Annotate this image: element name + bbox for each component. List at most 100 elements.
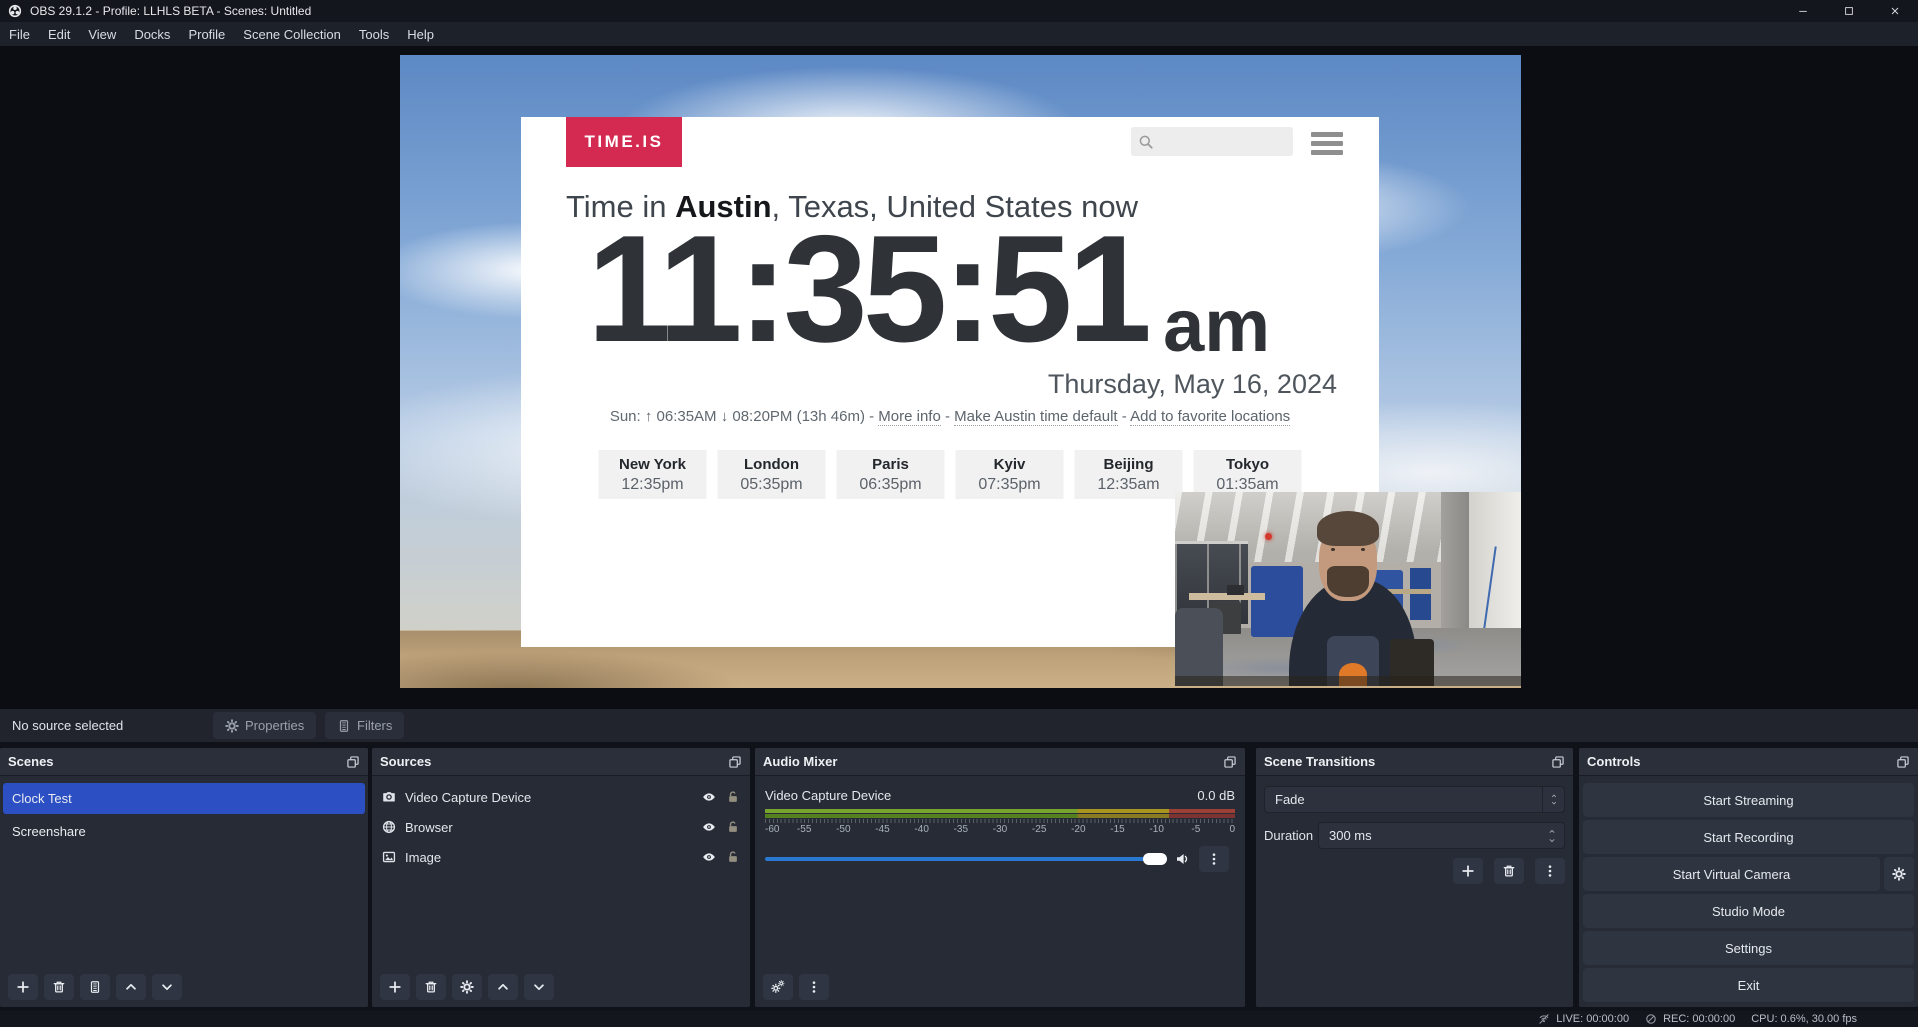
controls-panel: Controls Start Streaming Start Recording… [1579, 748, 1918, 1007]
popout-icon[interactable] [346, 755, 360, 769]
visibility-eye-icon[interactable] [702, 820, 716, 834]
menu-view[interactable]: View [79, 22, 125, 46]
current-date: Thursday, May 16, 2024 [1048, 369, 1337, 400]
advanced-audio-button[interactable] [763, 974, 793, 1000]
window-title: OBS 29.1.2 - Profile: LLHLS BETA - Scene… [30, 4, 311, 18]
source-item-image[interactable]: Image [372, 842, 750, 872]
record-inactive-icon [1645, 1013, 1657, 1025]
mixer-channel-menu-button[interactable] [1199, 846, 1229, 872]
remove-transition-button[interactable] [1494, 858, 1524, 884]
scenes-panel-title: Scenes [8, 754, 54, 769]
close-button[interactable] [1872, 0, 1918, 22]
spinbox-arrows-icon[interactable] [1547, 823, 1557, 848]
preview-canvas[interactable]: TIME.IS Time in Austin, Texas, United St… [400, 55, 1521, 688]
remove-source-button[interactable] [416, 974, 446, 1000]
source-toolbar: No source selected Properties Filters [0, 709, 1918, 742]
filters-button[interactable]: Filters [325, 712, 404, 739]
cpu-fps-status: CPU: 0.6%, 30.00 fps [1751, 1013, 1857, 1025]
unlock-icon[interactable] [726, 820, 740, 834]
source-move-up-button[interactable] [488, 974, 518, 1000]
start-recording-button[interactable]: Start Recording [1583, 820, 1914, 854]
menu-help[interactable]: Help [398, 22, 443, 46]
scene-filters-button[interactable] [80, 974, 110, 1000]
add-scene-button[interactable] [8, 974, 38, 1000]
menu-scene-collection[interactable]: Scene Collection [234, 22, 350, 46]
scene-item-clock-test[interactable]: Clock Test [3, 783, 365, 814]
hamburger-menu-icon [1311, 132, 1343, 155]
transition-select[interactable]: Fade [1264, 786, 1565, 813]
clock-time: 11:35:51 [587, 213, 1147, 365]
menu-edit[interactable]: Edit [39, 22, 79, 46]
sun-info-line: Sun: ↑ 06:35AM ↓ 08:20PM (13h 46m) - Mor… [521, 408, 1379, 425]
combo-arrows-icon[interactable] [1542, 787, 1564, 812]
rec-status: REC: 00:00:00 [1645, 1013, 1735, 1025]
live-status: LIVE: 00:00:00 [1538, 1013, 1629, 1025]
popout-icon[interactable] [1223, 755, 1237, 769]
add-source-button[interactable] [380, 974, 410, 1000]
city-box: London05:35pm [718, 450, 826, 499]
clock-meridiem: am [1163, 289, 1270, 363]
studio-mode-button[interactable]: Studio Mode [1583, 894, 1914, 928]
no-source-selected-label: No source selected [12, 718, 123, 733]
unlock-icon[interactable] [726, 790, 740, 804]
settings-button[interactable]: Settings [1583, 931, 1914, 965]
dock-area: Scenes Clock Test Screenshare Sources Vi… [0, 742, 1918, 1011]
remove-scene-button[interactable] [44, 974, 74, 1000]
city-box: Kyiv07:35pm [956, 450, 1064, 499]
volume-slider-handle[interactable] [1143, 853, 1167, 865]
city-box: Beijing12:35am [1075, 450, 1183, 499]
visibility-eye-icon[interactable] [702, 850, 716, 864]
status-bar: LIVE: 00:00:00 REC: 00:00:00 CPU: 0.6%, … [0, 1011, 1918, 1027]
scene-item-screenshare[interactable]: Screenshare [3, 816, 365, 847]
transitions-panel-title: Scene Transitions [1264, 754, 1375, 769]
start-virtual-camera-button[interactable]: Start Virtual Camera [1583, 857, 1880, 891]
maximize-button[interactable] [1826, 0, 1872, 22]
source-properties-button[interactable] [452, 974, 482, 1000]
visibility-eye-icon[interactable] [702, 790, 716, 804]
clock: 11:35:51 am [587, 213, 1270, 365]
popout-icon[interactable] [1551, 755, 1565, 769]
window-controls [1780, 0, 1918, 22]
menu-bar: File Edit View Docks Profile Scene Colle… [0, 22, 1918, 46]
filter-icon [337, 719, 351, 733]
image-icon [382, 850, 396, 864]
add-transition-button[interactable] [1453, 858, 1483, 884]
menu-profile[interactable]: Profile [179, 22, 234, 46]
scene-move-down-button[interactable] [152, 974, 182, 1000]
mixer-menu-button[interactable] [799, 974, 829, 1000]
obs-logo-icon [8, 4, 22, 18]
more-info-link: More info [878, 408, 941, 426]
scene-move-up-button[interactable] [116, 974, 146, 1000]
source-move-down-button[interactable] [524, 974, 554, 1000]
minimize-button[interactable] [1780, 0, 1826, 22]
scene-transitions-panel: Scene Transitions Fade Duration 300 ms [1256, 748, 1573, 1007]
menu-file[interactable]: File [0, 22, 39, 46]
exit-button[interactable]: Exit [1583, 968, 1914, 1002]
gear-icon [225, 719, 239, 733]
webcam-video-inset [1175, 492, 1521, 686]
speaker-icon[interactable] [1175, 851, 1191, 867]
properties-button[interactable]: Properties [213, 712, 316, 739]
vu-scale-labels: -60 -55 -50 -45 -40 -35 -30 -25 -20 -15 … [765, 824, 1235, 837]
popout-icon[interactable] [728, 755, 742, 769]
unlock-icon[interactable] [726, 850, 740, 864]
menu-tools[interactable]: Tools [350, 22, 398, 46]
source-item-video-capture[interactable]: Video Capture Device [372, 782, 750, 812]
controls-panel-title: Controls [1587, 754, 1640, 769]
start-streaming-button[interactable]: Start Streaming [1583, 783, 1914, 817]
camera-icon [382, 790, 396, 804]
transition-menu-button[interactable] [1535, 858, 1565, 884]
popout-icon[interactable] [1896, 755, 1910, 769]
duration-spinbox[interactable]: 300 ms [1318, 822, 1565, 849]
stream-inactive-icon [1538, 1013, 1550, 1025]
virtual-camera-settings-button[interactable] [1884, 857, 1914, 891]
source-item-browser[interactable]: Browser [372, 812, 750, 842]
search-icon [1138, 134, 1154, 150]
duration-label: Duration [1264, 828, 1318, 843]
volume-slider[interactable] [765, 857, 1167, 861]
menu-docks[interactable]: Docks [125, 22, 179, 46]
sources-panel-title: Sources [380, 754, 431, 769]
audio-mixer-panel-title: Audio Mixer [763, 754, 837, 769]
add-favorite-link: Add to favorite locations [1130, 408, 1290, 426]
vu-meter: -60 -55 -50 -45 -40 -35 -30 -25 -20 -15 … [765, 809, 1235, 837]
